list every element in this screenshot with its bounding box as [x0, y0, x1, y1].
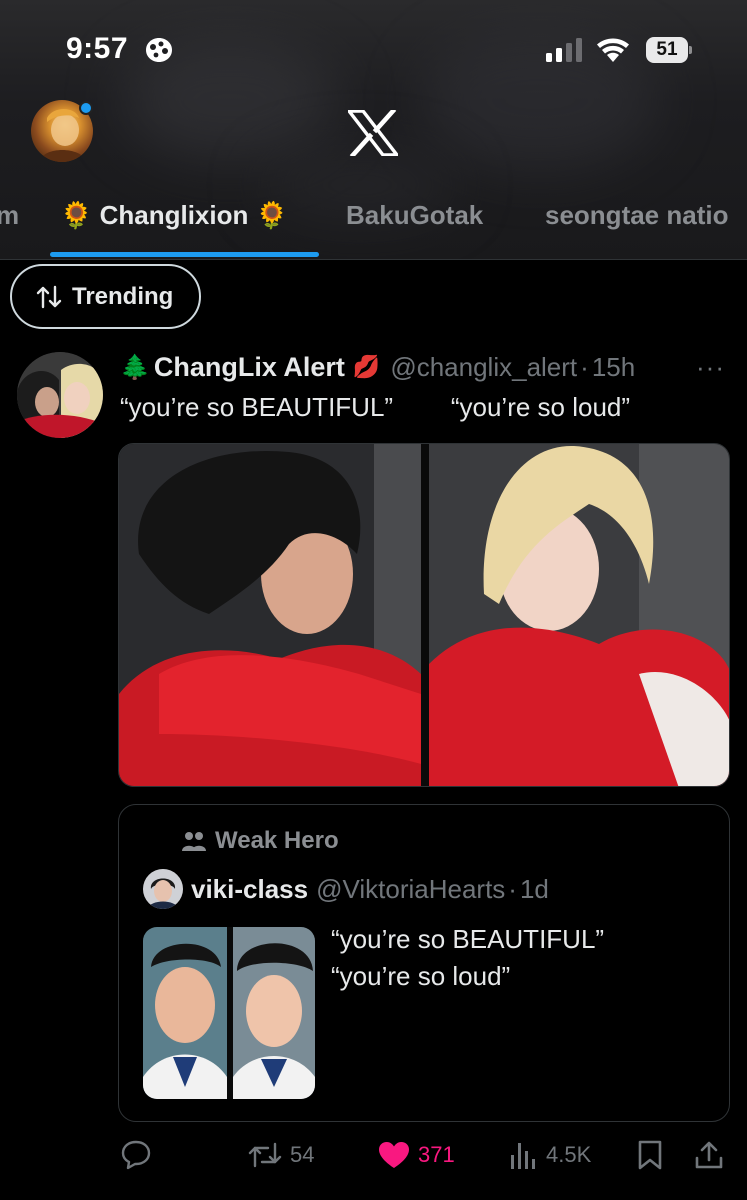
like-button[interactable]: 371 [378, 1138, 455, 1172]
quoted-post[interactable]: Weak Hero viki-class @ViktoriaHearts · 1… [118, 804, 730, 1122]
more-options-icon[interactable]: ··· [696, 352, 725, 383]
share-icon [695, 1141, 723, 1169]
community-label[interactable]: Weak Hero [181, 827, 339, 855]
tab-partial[interactable]: m [0, 200, 19, 231]
views-count: 4.5K [546, 1142, 592, 1167]
quoted-author-row: viki-class @ViktoriaHearts · 1d [143, 869, 549, 909]
status-bar: 9:57 51 [0, 0, 747, 100]
heart-icon [379, 1142, 409, 1168]
community-icon [182, 832, 206, 851]
separator-dot: · [580, 351, 589, 382]
repost-button[interactable]: 54 [248, 1138, 314, 1172]
cookie-icon [146, 38, 172, 62]
repost-count: 54 [290, 1142, 315, 1167]
reply-button[interactable] [120, 1138, 160, 1172]
quoted-post-text: “you’re so BEAUTIFUL” “you’re so loud” [331, 924, 605, 991]
tab-changlixion[interactable]: 🌻 Changlixion 🌻 [60, 200, 288, 231]
active-tab-indicator [50, 252, 319, 257]
quoted-author-handle[interactable]: @ViktoriaHearts [316, 874, 505, 905]
tab-bakugotak[interactable]: BakuGotak [346, 200, 483, 231]
post-author-avatar[interactable] [17, 352, 103, 438]
quoted-author-avatar[interactable] [143, 869, 183, 909]
post-author-row: 🌲 ChangLix Alert 💋 @changlix_alert · 15h [120, 348, 735, 386]
wifi-icon [597, 38, 629, 62]
x-logo-icon[interactable] [348, 110, 398, 156]
post-timestamp[interactable]: 15h [592, 352, 635, 383]
quoted-author-name[interactable]: viki-class [191, 874, 308, 905]
kiss-emoji: 💋 [352, 354, 381, 379]
community-name: Weak Hero [215, 827, 339, 854]
post-author-handle[interactable]: @changlix_alert [390, 352, 577, 383]
quoted-media-image[interactable] [143, 927, 315, 1099]
share-button[interactable] [694, 1138, 724, 1172]
tree-emoji: 🌲 [120, 353, 150, 381]
bookmark-button[interactable] [637, 1138, 663, 1172]
separator-dot: · [508, 873, 517, 904]
post-media-image[interactable] [118, 443, 730, 787]
trending-label: Trending [72, 282, 174, 310]
quoted-timestamp: 1d [519, 873, 549, 904]
sort-arrows-icon [36, 285, 62, 308]
bookmark-icon [638, 1140, 662, 1170]
repost-icon [248, 1142, 282, 1168]
community-tabs: m 🌻 Changlixion 🌻 BakuGotak seongtae nat… [0, 190, 747, 260]
like-count: 371 [418, 1142, 455, 1167]
post-text: “you’re so BEAUTIFUL” “you’re so loud” [120, 392, 631, 422]
top-header: 9:57 51 m 🌻 Changlixion 🌻 BakuGotak seon… [0, 0, 747, 260]
tab-seongtae[interactable]: seongtae natio [545, 200, 728, 231]
trending-sort-button[interactable]: Trending [10, 264, 201, 329]
divider [0, 259, 747, 260]
notification-dot [79, 101, 93, 115]
reply-icon [121, 1140, 151, 1170]
battery-icon: 51 [646, 37, 692, 63]
signal-icon [546, 38, 582, 62]
views-button[interactable]: 4.5K [510, 1138, 591, 1172]
battery-level: 51 [656, 39, 678, 60]
post-author-name[interactable]: ChangLix Alert [154, 352, 345, 383]
status-time: 9:57 [66, 32, 129, 65]
views-icon [511, 1143, 535, 1169]
